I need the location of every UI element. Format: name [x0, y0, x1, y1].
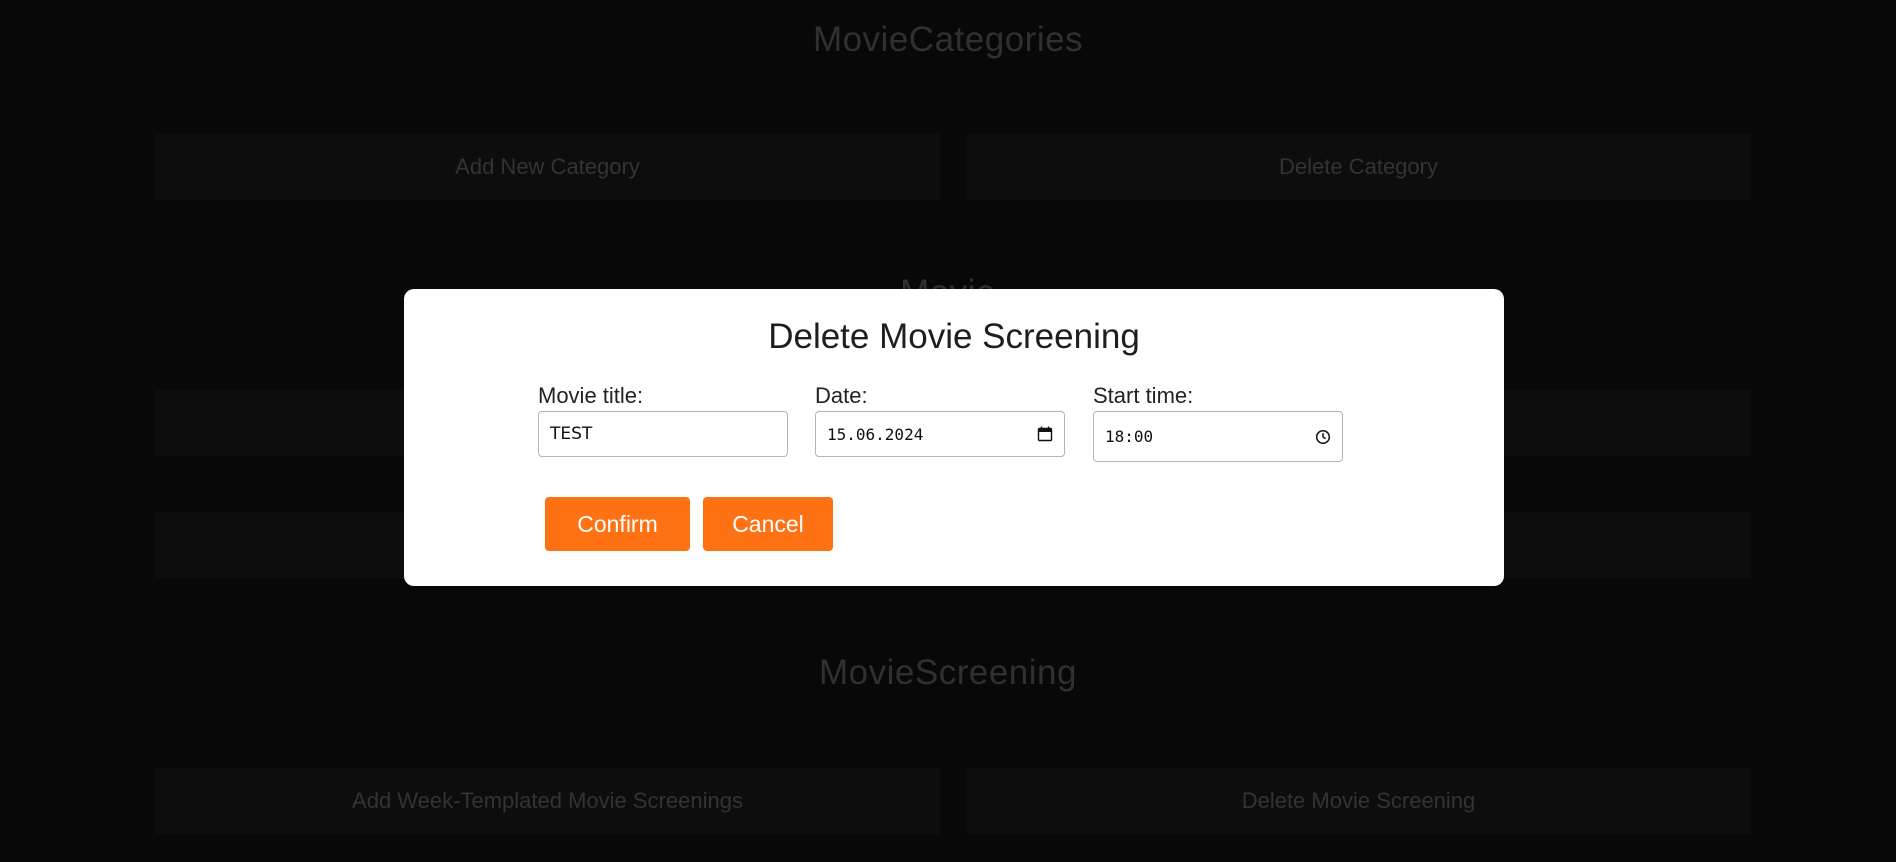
delete-screening-dialog: Delete Movie Screening Movie title: Date…: [404, 289, 1504, 586]
start-time-label: Start time:: [1093, 383, 1194, 408]
date-label: Date:: [815, 383, 868, 408]
clock-icon[interactable]: [1315, 429, 1331, 445]
start-time-value: 18:00: [1105, 427, 1154, 446]
movie-title-input[interactable]: [550, 424, 776, 444]
cancel-button[interactable]: Cancel: [703, 497, 833, 551]
movie-title-field: Movie title:: [538, 383, 788, 457]
movie-title-input-box: [538, 411, 788, 457]
date-input[interactable]: 15.06.2024: [815, 411, 1065, 457]
calendar-icon[interactable]: [1037, 426, 1053, 442]
confirm-button[interactable]: Confirm: [545, 497, 690, 551]
date-field: Date: 15.06.2024: [815, 383, 1065, 457]
date-value: 15.06.2024: [827, 424, 924, 444]
start-time-input[interactable]: 18:00: [1093, 411, 1343, 462]
movie-title-label: Movie title:: [538, 383, 644, 408]
dialog-title: Delete Movie Screening: [768, 317, 1140, 356]
start-time-field: Start time: 18:00: [1093, 383, 1343, 462]
